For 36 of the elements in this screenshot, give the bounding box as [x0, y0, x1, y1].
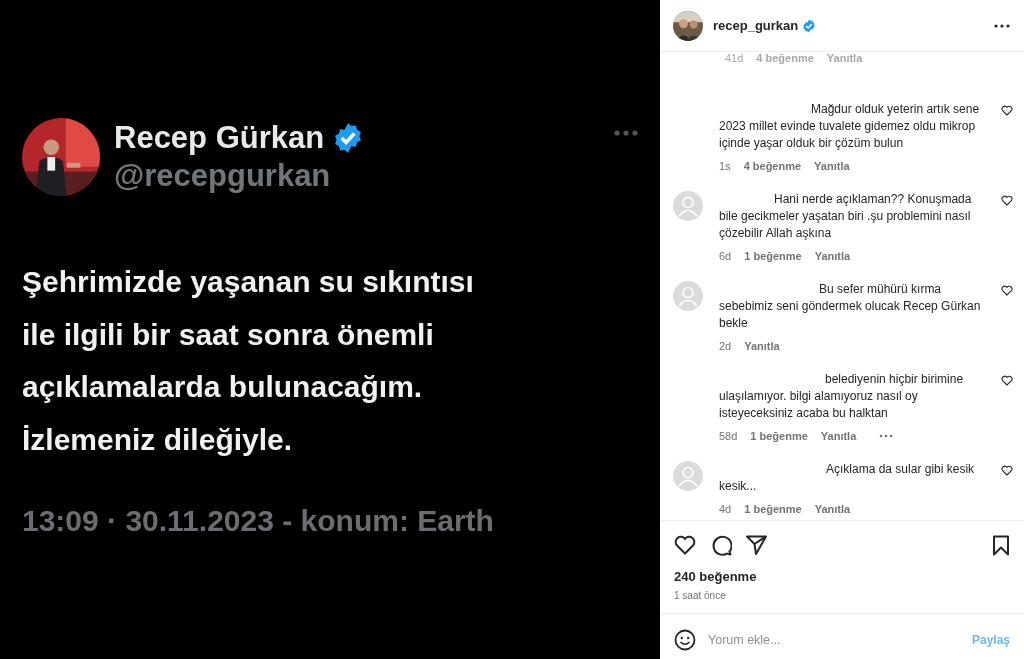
like-count[interactable]: 240 beğenme [660, 556, 1024, 584]
comment-likes-link[interactable]: 1 beğenme [744, 250, 802, 262]
comment-age: 4d [719, 503, 732, 515]
comment-age: 2d [719, 340, 732, 352]
comment-text: belediyenin hiçbir birimine ulaşılamıyor. bilgi alamıyoruz nasıl oy isteyeceksiniz acaba bu halktan [719, 371, 965, 422]
post-time: 1 saat önce [673, 589, 727, 601]
author-handle: @recepgurkan [114, 158, 332, 194]
reply-link[interactable]: Yanıtla [744, 340, 780, 352]
tweet-timestamp: 13:09 · 30.11.2023 - konum: Earth [22, 504, 495, 538]
bookmark-icon[interactable] [992, 534, 1010, 556]
reply-link[interactable]: Yanıtla [814, 503, 851, 515]
comment-likes-link[interactable]: 1 beğenme [750, 430, 808, 442]
more-icon[interactable] [994, 23, 1010, 28]
comment-age: 6d [719, 250, 732, 262]
reply-link[interactable]: Yanıtla [820, 430, 857, 442]
reply-link[interactable]: Yanıtla [814, 160, 850, 172]
comment-text: Hani nerde açıklaman?? Konuşmada bile gecikmeler yaşatan biri .şu problemini nasıl çözebilir Allah aşkına [719, 191, 973, 242]
send-icon[interactable] [746, 535, 767, 555]
author-name: Recep Gürkan [114, 120, 325, 156]
comment-age: 1s [719, 160, 731, 172]
comment-text: Açıklama da sular gibi kesik kesik... [719, 461, 976, 495]
comment-likes-link[interactable]: 4 beğenme [743, 160, 802, 172]
comment-text: Bu sefer mühürü kırma sebebimiz seni göndermek olucak Recep Gürkan bekle [719, 281, 982, 332]
comment-icon[interactable] [710, 534, 732, 556]
reply-link[interactable]: Yanıtla [814, 250, 851, 262]
comment-likes-link[interactable]: 1 beğenme [744, 503, 802, 515]
reply-link[interactable]: Yanıtla [826, 52, 863, 64]
tweet-text: Şehrimizde yaşanan su sıkıntısı ile ilgili bir saat sonra önemli açıklamalarda bulunacağım. İzlemeniz dileğiyle. [22, 264, 475, 458]
comment-age: 41d [725, 52, 744, 64]
emoji-icon[interactable] [674, 629, 696, 651]
comment-input[interactable]: Yorum ekle... [708, 633, 960, 647]
more-icon [614, 130, 638, 136]
username-link[interactable]: recep_gurkan [713, 18, 799, 33]
comment-age: 58d [719, 430, 738, 442]
comment-text: Mağdur olduk yeterin artık sene 2023 millet evinde tuvalete gidemez oldu mikrop içinde yaşar olduk bir çözüm bulun [719, 101, 981, 152]
heart-icon[interactable] [674, 535, 696, 555]
